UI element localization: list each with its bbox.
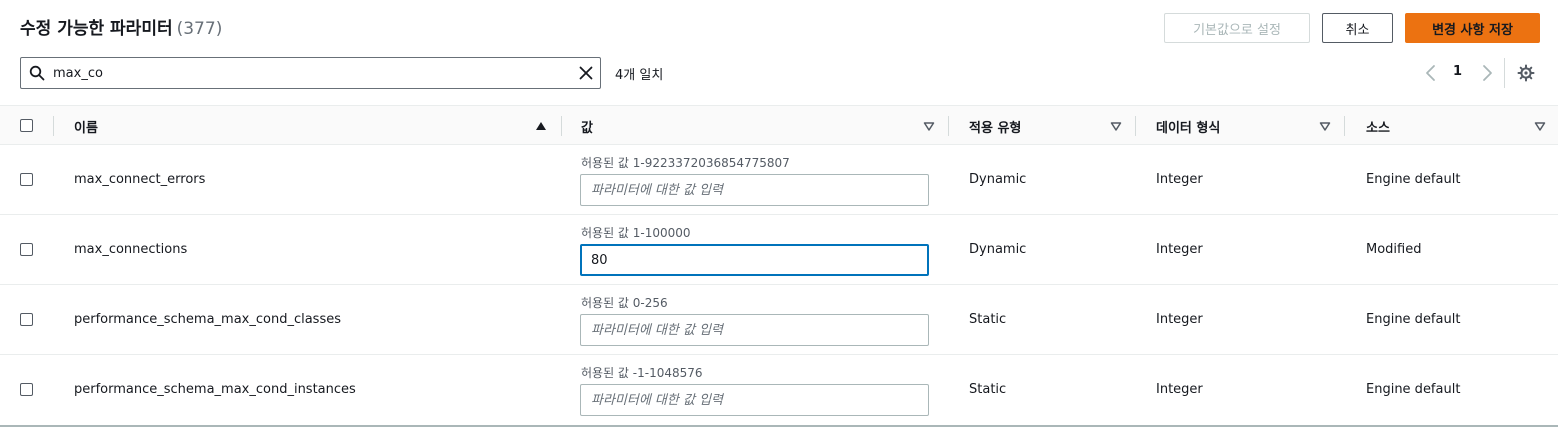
column-header-value[interactable]: 값 (581, 117, 593, 136)
search-field[interactable] (20, 57, 601, 89)
gear-icon[interactable] (1517, 64, 1535, 82)
table-row: max_connect_errors 허용된 값 1-9223372036854… (0, 145, 1558, 215)
close-icon[interactable] (578, 65, 594, 81)
parameter-name: performance_schema_max_cond_classes (74, 312, 342, 327)
column-divider (1344, 116, 1345, 136)
column-divider (948, 116, 949, 136)
row-checkbox[interactable] (20, 243, 33, 256)
table-row: performance_schema_max_cond_classes 허용된 … (0, 285, 1558, 355)
source: Engine default (1366, 312, 1461, 327)
column-header-source[interactable]: 소스 (1366, 117, 1390, 136)
apply-type: Static (969, 382, 1007, 397)
cancel-button[interactable]: 취소 (1322, 13, 1393, 43)
search-icon (29, 65, 45, 81)
parameter-name: max_connections (74, 242, 188, 257)
table-header: 이름 값 적용 유형 데이터 형식 소스 (0, 105, 1558, 145)
column-header-apply-type[interactable]: 적용 유형 (969, 117, 1021, 136)
row-checkbox[interactable] (20, 173, 33, 186)
source: Engine default (1366, 382, 1461, 397)
sort-caret-down-icon[interactable] (1110, 120, 1122, 132)
sort-caret-down-icon[interactable] (1534, 120, 1546, 132)
parameter-name: performance_schema_max_cond_instances (74, 382, 356, 397)
sort-caret-down-icon[interactable] (1319, 120, 1331, 132)
sort-ascending-icon[interactable] (535, 120, 547, 132)
match-count: 4개 일치 (615, 68, 664, 83)
allowed-values: 허용된 값 0-256 (581, 296, 668, 310)
column-divider (561, 116, 562, 136)
row-checkbox[interactable] (20, 383, 33, 396)
save-changes-button[interactable]: 변경 사항 저장 (1405, 13, 1540, 43)
column-divider (1135, 116, 1136, 136)
parameter-value-input[interactable] (580, 384, 929, 416)
allowed-values: 허용된 값 -1-1048576 (581, 366, 703, 380)
search-input[interactable] (53, 62, 573, 84)
page-title: 수정 가능한 파라미터 (377) (20, 14, 222, 39)
data-type: Integer (1156, 172, 1203, 187)
source: Modified (1366, 242, 1422, 257)
column-header-name[interactable]: 이름 (74, 117, 98, 136)
sort-caret-down-icon[interactable] (923, 120, 935, 132)
data-type: Integer (1156, 382, 1203, 397)
table-row: max_connections 허용된 값 1-100000 Dynamic I… (0, 215, 1558, 285)
apply-type: Dynamic (969, 242, 1027, 257)
table-row: performance_schema_max_cond_instances 허용… (0, 355, 1558, 425)
parameter-value-input[interactable] (580, 174, 929, 206)
apply-type: Dynamic (969, 172, 1027, 187)
source: Engine default (1366, 172, 1461, 187)
parameter-name: max_connect_errors (74, 172, 206, 187)
reset-to-default-button[interactable]: 기본값으로 설정 (1164, 13, 1310, 43)
parameter-count: (377) (176, 19, 223, 39)
row-checkbox[interactable] (20, 313, 33, 326)
allowed-values: 허용된 값 1-100000 (581, 226, 691, 240)
column-divider (53, 116, 54, 136)
parameter-value-input[interactable] (580, 244, 929, 276)
allowed-values: 허용된 값 1-9223372036854775807 (581, 156, 790, 170)
chevron-right-icon[interactable] (1480, 64, 1494, 82)
page-title-text: 수정 가능한 파라미터 (20, 19, 173, 39)
parameter-value-input[interactable] (580, 314, 929, 346)
column-header-data-type[interactable]: 데이터 형식 (1156, 117, 1220, 136)
data-type: Integer (1156, 312, 1203, 327)
data-type: Integer (1156, 242, 1203, 257)
toolbar-divider (1504, 58, 1505, 88)
apply-type: Static (969, 312, 1007, 327)
chevron-left-icon[interactable] (1424, 64, 1438, 82)
current-page[interactable]: 1 (1453, 64, 1462, 79)
select-all-checkbox[interactable] (20, 119, 33, 132)
